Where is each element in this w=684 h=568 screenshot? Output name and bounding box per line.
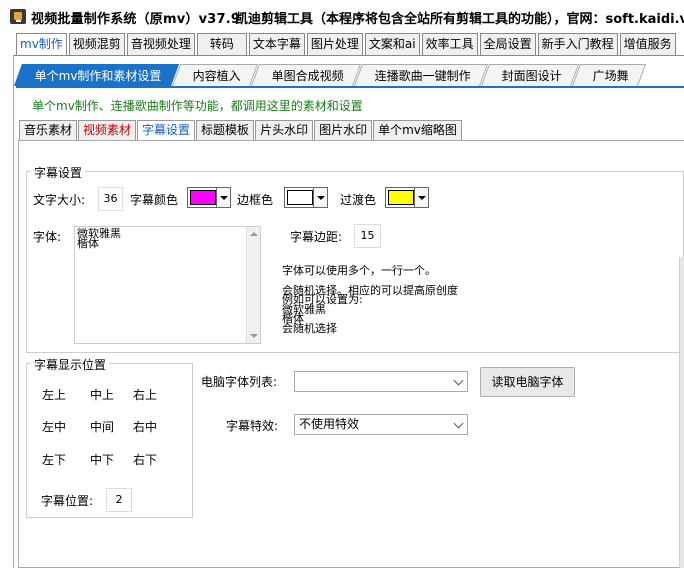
chevron-down-icon [453, 375, 464, 386]
sub-tab-bar: 单个mv制作和素材设置 内容植入 单图合成视频 连播歌曲一键制作 封面图设计 广… [13, 64, 646, 86]
font-size-label: 文字大小: [33, 193, 86, 207]
tab-image-watermark[interactable]: 图片水印 [314, 120, 373, 140]
main-tab-divider [13, 55, 684, 56]
material-tab-bar: 音乐素材 视频素材 字幕设置 标题模板 片头水印 图片水印 单个mv缩略图 [19, 120, 463, 141]
right-scrollbar[interactable] [679, 257, 684, 568]
tab-video-mix[interactable]: 视频混剪 [68, 33, 125, 55]
position-middle-left[interactable]: 左中 [42, 418, 66, 435]
subtitle-position-title: 字幕显示位置 [31, 356, 110, 373]
subtitle-color-picker[interactable] [187, 187, 231, 208]
font-size-input[interactable]: 36 [98, 187, 123, 211]
effect-label: 字幕特效: [226, 419, 279, 433]
tab-single-image-video[interactable]: 单图合成视频 [250, 64, 361, 86]
position-top-right[interactable]: 右上 [133, 386, 157, 403]
transition-color-swatch [388, 190, 414, 205]
sub-tab-underline [16, 86, 684, 88]
tab-copy-ai[interactable]: 文案和ai [364, 33, 420, 55]
chevron-down-icon [216, 188, 230, 207]
tab-music-material[interactable]: 音乐素材 [19, 120, 78, 140]
read-fonts-button[interactable]: 读取电脑字体 [480, 367, 575, 397]
font-help-line1: 字体可以使用多个，一行一个。 [282, 264, 436, 277]
transition-color-label: 过渡色 [340, 193, 377, 207]
font-list-textarea[interactable]: 微软雅黑 楷体 [74, 226, 261, 344]
margin-input[interactable]: 15 [354, 224, 381, 248]
position-number-label: 字幕位置: [41, 494, 94, 508]
subtitle-color-label: 字幕颜色 [130, 193, 179, 207]
tab-video-material[interactable]: 视频素材 [78, 120, 137, 140]
position-middle-right[interactable]: 右中 [133, 418, 157, 435]
margin-label: 字幕边距: [290, 230, 343, 244]
scroll-up-icon[interactable] [250, 232, 258, 236]
title-bar: 视频批量制作系统（原mv）v37.9 凯迪剪辑工具（本程序将包含全站所有剪辑工具… [0, 0, 684, 32]
section-description: 单个mv制作、连播歌曲制作等功能，都调用这里的素材和设置 [32, 99, 363, 113]
main-tab-bar: mv制作 视频混剪 音视频处理 转码 文本字幕 图片处理 文案和ai 效率工具 … [16, 33, 678, 56]
border-color-label: 边框色 [237, 193, 274, 207]
effect-value: 不使用特效 [299, 417, 360, 431]
border-color-picker[interactable] [284, 187, 328, 208]
transition-color-picker[interactable] [385, 187, 429, 208]
font-help-text: 会随机选择。相应的可以提高原创度 例如可以设置为: 微软雅黑 楷体 会随机选择 [282, 284, 458, 335]
tab-image-process[interactable]: 图片处理 [306, 33, 363, 55]
chevron-down-icon [313, 188, 327, 207]
tab-mv-make[interactable]: mv制作 [16, 33, 67, 56]
font-list-text: 微软雅黑 楷体 [77, 227, 121, 250]
tab-continuous-songs[interactable]: 连播歌曲一键制作 [353, 64, 488, 86]
tab-content-insert[interactable]: 内容植入 [171, 64, 258, 86]
position-top-center[interactable]: 中上 [90, 386, 114, 403]
system-font-select[interactable] [294, 371, 468, 392]
font-list-scrollbar[interactable] [246, 227, 260, 343]
position-middle-center[interactable]: 中间 [90, 418, 114, 435]
effect-select[interactable]: 不使用特效 [294, 414, 468, 435]
subtitle-settings-group: 字幕设置 文字大小: 36 字幕颜色 边框色 过渡色 字体: 微软雅黑 楷体 字… [26, 164, 684, 353]
scroll-down-icon[interactable] [250, 334, 258, 338]
tab-single-mv[interactable]: 单个mv制作和素材设置 [13, 64, 179, 86]
position-top-left[interactable]: 左上 [42, 386, 66, 403]
font-label: 字体: [33, 230, 62, 244]
tab-mv-thumbnail[interactable]: 单个mv缩略图 [373, 120, 462, 140]
tab-efficiency-tools[interactable]: 效率工具 [421, 33, 478, 55]
subtitle-settings-title: 字幕设置 [31, 164, 86, 181]
chevron-down-icon [453, 418, 464, 429]
window-subtitle: 凯迪剪辑工具（本程序将包含全站所有剪辑工具的功能），官网：soft.kaidi.… [235, 12, 684, 27]
position-number-input[interactable]: 2 [106, 488, 132, 512]
tab-global-settings[interactable]: 全局设置 [479, 33, 536, 55]
tab-title-template[interactable]: 标题模板 [196, 120, 255, 140]
subtitle-position-group: 字幕显示位置 左上 中上 右上 左中 中间 右中 左下 中下 右下 字幕位置: … [26, 356, 193, 518]
position-bottom-center[interactable]: 中下 [90, 451, 114, 468]
tab-subtitle-settings[interactable]: 字幕设置 [137, 120, 196, 141]
tab-square-dance[interactable]: 广场舞 [571, 64, 646, 86]
tab-transcode[interactable]: 转码 [196, 33, 247, 55]
tab-cover-design[interactable]: 封面图设计 [480, 64, 579, 86]
subtitle-color-swatch [190, 190, 216, 205]
window-title: 视频批量制作系统（原mv）v37.9 [31, 12, 241, 27]
border-color-swatch [287, 190, 313, 205]
position-bottom-left[interactable]: 左下 [42, 451, 66, 468]
tab-av-process[interactable]: 音视频处理 [126, 33, 195, 55]
position-bottom-right[interactable]: 右下 [133, 451, 157, 468]
tab-value-added[interactable]: 增值服务 [619, 33, 676, 55]
tab-tutorial[interactable]: 新手入门教程 [537, 33, 618, 55]
system-font-label: 电脑字体列表: [201, 375, 278, 389]
app-icon [10, 9, 26, 24]
subtitle-settings-page: 字幕设置 文字大小: 36 字幕颜色 边框色 过渡色 字体: 微软雅黑 楷体 字… [18, 140, 684, 568]
tab-intro-watermark[interactable]: 片头水印 [255, 120, 314, 140]
tab-text-subtitle[interactable]: 文本字幕 [248, 33, 305, 55]
chevron-down-icon [414, 188, 428, 207]
